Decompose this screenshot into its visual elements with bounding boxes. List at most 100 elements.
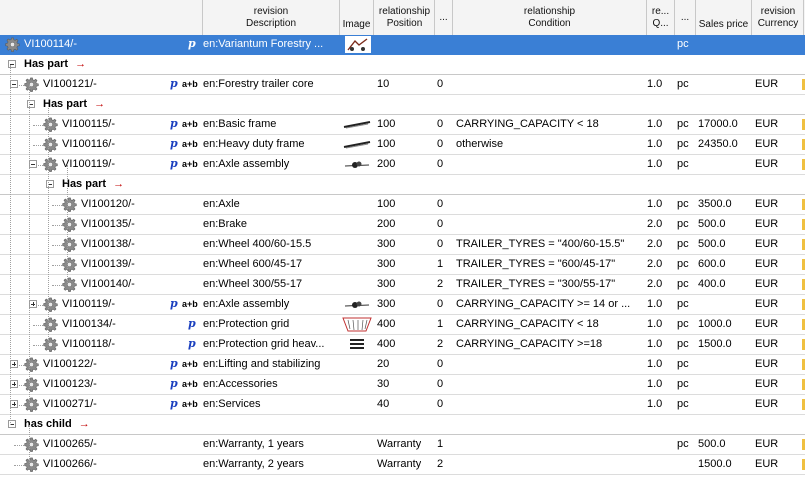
structure-row[interactable]: VI100265/- en:Warranty, 1 years Warranty 1 p…: [0, 435, 805, 455]
structure-row[interactable]: VI100119/- p a+b en:Axle assembly 200 0 1.0 pc E…: [0, 155, 805, 175]
structure-row[interactable]: VI100116/- p a+b en:Heavy duty frame 100 0 oth…: [0, 135, 805, 155]
structure-row[interactable]: VI100138/- en:Wheel 400/60-15.5 300 0 TRAILE…: [0, 235, 805, 255]
structure-row[interactable]: VI100271/- p a+b en:Services 40 0 1.0 pc EUR: [0, 395, 805, 415]
condition: otherwise: [456, 138, 504, 150]
quantity: 1.0: [647, 118, 663, 130]
condition: TRAILER_TYRES = "400/60-15.5": [456, 238, 625, 250]
ordinal: 0: [437, 198, 444, 210]
currency: EUR: [755, 338, 779, 350]
gear-icon: [62, 217, 77, 232]
expand-toggle[interactable]: [10, 380, 18, 388]
quantity: 1.0: [647, 338, 663, 350]
header-line: relationship: [378, 5, 431, 17]
header-relationship-position[interactable]: relationship Position: [375, 0, 435, 35]
structure-row[interactable]: VI100140/- en:Wheel 300/55-17 300 2 TRAILER_…: [0, 275, 805, 295]
tree-connector: [48, 105, 49, 345]
unit: pc: [677, 138, 689, 150]
ordinal: 0: [437, 158, 444, 170]
tree-connector: [10, 65, 11, 425]
ab-icon: a+b: [182, 299, 198, 309]
tree-connector: [52, 265, 62, 266]
header-line: Condition: [528, 17, 571, 29]
structure-row[interactable]: VI100134/- p en:Protection grid 400 1 CARRYIN…: [0, 315, 805, 335]
right-arrow-icon: →: [110, 178, 125, 190]
structure-row[interactable]: VI100115/- p a+b en:Basic frame 100 0 CARRYING…: [0, 115, 805, 135]
collapse-toggle[interactable]: [10, 80, 18, 88]
description: en:Brake: [203, 218, 248, 230]
ordinal: 2: [437, 278, 444, 290]
gear-icon: [43, 157, 58, 172]
header-relationship-condition[interactable]: relationship Condition: [453, 0, 647, 35]
sales-price: 1500.0: [698, 458, 732, 470]
description: en:Axle assembly: [203, 158, 290, 170]
p-icon: p: [170, 157, 178, 170]
position: 20: [377, 358, 390, 370]
unit: pc: [677, 198, 689, 210]
tree-connector: [29, 425, 30, 465]
expand-toggle[interactable]: [10, 400, 18, 408]
unit: pc: [677, 118, 689, 130]
header-ellipsis-2[interactable]: ...: [675, 0, 696, 35]
relationship-group-row[interactable]: Has part →: [0, 95, 805, 115]
structure-row[interactable]: VI100121/- p a+b en:Forestry trailer core 10…: [0, 75, 805, 95]
tree-connector: [52, 245, 62, 246]
expand-toggle[interactable]: [29, 300, 37, 308]
item-id: VI100122/-: [43, 358, 97, 370]
p-icon: p: [188, 317, 196, 330]
structure-row[interactable]: VI100266/- en:Warranty, 2 years Warranty 2 1…: [0, 455, 805, 475]
item-id: VI100140/-: [81, 278, 135, 290]
unit: pc: [677, 158, 689, 170]
part-image: [342, 116, 372, 133]
unit: pc: [677, 398, 689, 410]
expand-toggle[interactable]: [10, 360, 18, 368]
currency: EUR: [755, 78, 779, 90]
relationship-group-row[interactable]: has child →: [0, 415, 805, 435]
position: 40: [377, 398, 390, 410]
description: en:Wheel 300/55-17: [203, 278, 303, 290]
description: en:Basic frame: [203, 118, 277, 130]
group-label-text: Has part: [43, 98, 88, 110]
unit: pc: [677, 278, 689, 290]
position: 300: [377, 298, 396, 310]
structure-row[interactable]: VI100123/- p a+b en:Accessories 30 0 1.0 pc EUR: [0, 375, 805, 395]
position: Warranty: [377, 458, 422, 470]
header-required-quantity[interactable]: re... Q...: [647, 0, 675, 35]
position: 200: [377, 218, 396, 230]
description: en:Protection grid heav...: [203, 338, 325, 350]
sales-price: 3500.0: [698, 198, 732, 210]
header-revision-currency[interactable]: revision Currency: [753, 0, 804, 35]
currency: EUR: [755, 298, 779, 310]
structure-row[interactable]: VI100118/- p en:Protection grid heav... 400…: [0, 335, 805, 355]
description: en:Warranty, 2 years: [203, 458, 304, 470]
ordinal: 0: [437, 218, 444, 230]
structure-row[interactable]: VI100119/- p a+b en:Axle assembly 300 0 CARRYI…: [0, 295, 805, 315]
quantity: 1.0: [647, 138, 663, 150]
item-id: VI100134/-: [62, 318, 116, 330]
relationship-group-row[interactable]: Has part →: [0, 175, 805, 195]
header-revision-description[interactable]: revision Description: [203, 0, 340, 35]
header-sales-price[interactable]: Sales price: [696, 0, 752, 35]
structure-row[interactable]: VI100122/- p a+b en:Lifting and stabilizing…: [0, 355, 805, 375]
structure-row[interactable]: VI100139/- en:Wheel 600/45-17 300 1 TRAILER_…: [0, 255, 805, 275]
position: 300: [377, 238, 396, 250]
structure-row[interactable]: VI100114/- p en:Variantum Forestry ... pc: [0, 35, 805, 55]
relationship-group-row[interactable]: Has part →: [0, 55, 805, 75]
unit: pc: [677, 238, 689, 250]
position: 300: [377, 278, 396, 290]
sales-price: 500.0: [698, 238, 726, 250]
header-ellipsis-1[interactable]: ...: [435, 0, 453, 35]
tree-connector: [52, 285, 62, 286]
group-label-text: Has part: [62, 178, 107, 190]
ordinal: 1: [437, 318, 444, 330]
structure-row[interactable]: VI100120/- en:Axle 100 0 1.0 pc 3500.0 EUR: [0, 195, 805, 215]
currency: EUR: [755, 358, 779, 370]
group-label: Has part →: [24, 55, 86, 74]
tree-connector: [14, 465, 24, 466]
collapse-toggle[interactable]: [29, 160, 37, 168]
description: en:Variantum Forestry ...: [203, 38, 324, 50]
header-image[interactable]: Image: [340, 0, 374, 35]
tree-connector: [33, 345, 43, 346]
item-id: VI100116/-: [62, 138, 116, 150]
gear-icon: [43, 317, 58, 332]
structure-row[interactable]: VI100135/- en:Brake 200 0 2.0 pc 500.0 EUR: [0, 215, 805, 235]
